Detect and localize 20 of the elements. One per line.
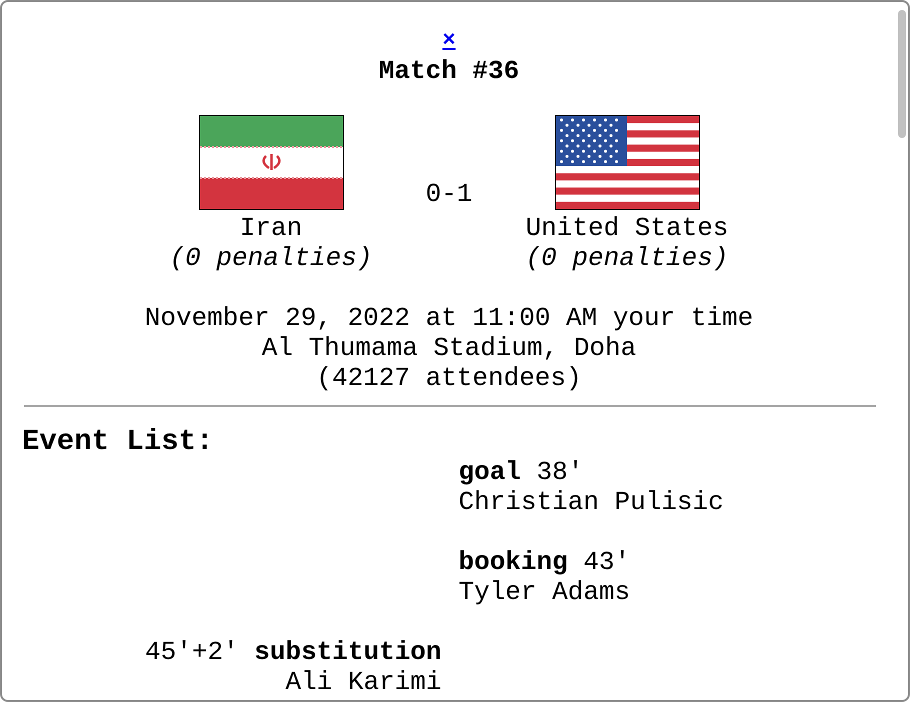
team-name: Iran — [240, 213, 302, 243]
player-name: Christian Pulisic — [458, 487, 725, 517]
flag-icon — [554, 115, 700, 210]
close-link[interactable]: × — [442, 28, 456, 53]
venue-text: Al Thumama Stadium, Doha — [260, 333, 638, 363]
team-name: United States — [526, 213, 728, 243]
match-datetime: November 29, 2022 at 11:00 AM your time — [144, 303, 754, 333]
event-list-heading: Event List: — [22, 427, 214, 457]
event-title: 45'+2' substitution — [144, 637, 442, 667]
penalties-text: (0 penalties) — [526, 243, 728, 273]
player-name: Ali Karimi — [284, 667, 442, 697]
match-title: Match #36 — [378, 56, 520, 86]
flag-icon — [198, 115, 344, 210]
scrollbar-thumb[interactable] — [898, 10, 906, 138]
score: 0-1 — [424, 178, 474, 209]
event-title: booking 43' — [458, 547, 632, 577]
attendance-text: (42127 attendees) — [315, 363, 583, 393]
event-title: goal 38' — [458, 457, 584, 487]
player-name: Tyler Adams — [458, 577, 632, 607]
penalties-text: (0 penalties) — [170, 243, 372, 273]
